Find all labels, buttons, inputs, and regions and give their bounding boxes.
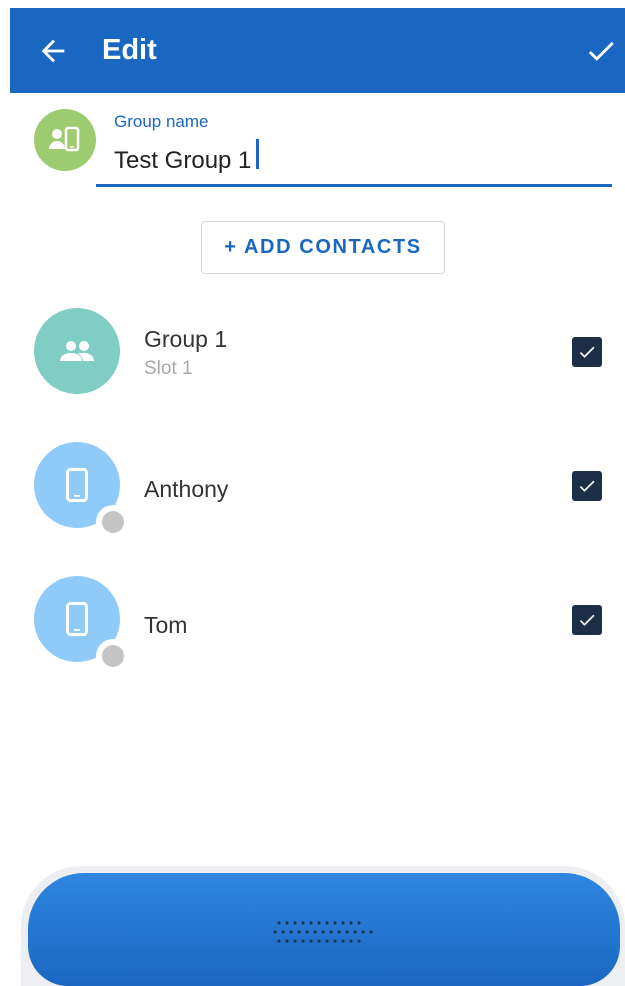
text-cursor — [256, 139, 259, 169]
add-contacts-button[interactable]: + ADD CONTACTS — [201, 221, 445, 274]
check-icon — [579, 346, 595, 358]
keypad-dots-icon — [273, 921, 373, 943]
confirm-button[interactable] — [584, 34, 618, 68]
group-avatar — [34, 109, 96, 171]
contact-row-group-1[interactable]: Group 1 Slot 1 — [0, 308, 625, 398]
contact-row-tom[interactable]: Tom — [0, 576, 625, 673]
check-icon — [579, 480, 595, 492]
contact-row-anthony[interactable]: Anthony — [0, 442, 625, 539]
status-indicator — [96, 639, 130, 673]
back-button[interactable] — [36, 34, 70, 68]
check-icon — [579, 614, 595, 626]
arrow-left-icon — [41, 39, 65, 63]
smartphone-icon — [66, 602, 88, 636]
contact-name: Tom — [144, 612, 188, 638]
contact-checkbox[interactable] — [572, 471, 602, 501]
group-name-input[interactable] — [96, 133, 612, 187]
contact-checkbox[interactable] — [572, 337, 602, 367]
group-name-label: Group name — [114, 112, 209, 131]
app-bar: Edit — [10, 8, 625, 93]
contact-subtitle: Slot 1 — [144, 358, 193, 379]
contact-name: Group 1 — [144, 326, 228, 352]
smartphone-icon — [66, 468, 88, 502]
avatar — [34, 308, 120, 394]
check-icon — [588, 41, 614, 61]
contact-phone-icon — [49, 126, 80, 152]
contact-checkbox[interactable] — [572, 605, 602, 635]
people-icon — [60, 341, 94, 361]
contact-name: Anthony — [144, 476, 229, 502]
page-title: Edit — [102, 34, 157, 66]
status-indicator — [96, 505, 130, 539]
status-strip — [0, 0, 625, 8]
